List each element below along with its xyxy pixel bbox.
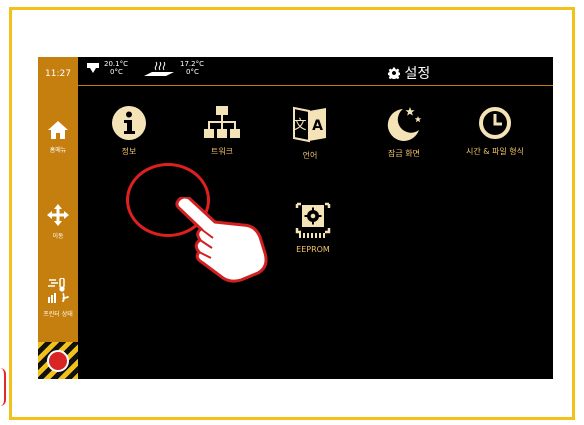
clock: 11:27 [45, 69, 71, 79]
printer-screen: 11:27 홈메뉴 이동 프린터 상태 20.1°C 0°C 17.2°C 0°… [38, 57, 553, 379]
time-format-label: 시간 & 파일 형식 [465, 147, 525, 156]
emergency-stop-button[interactable] [38, 342, 78, 379]
home-label: 홈메뉴 [49, 147, 67, 154]
info-label: 정보 [121, 147, 137, 156]
network-tile[interactable]: 트워크 [177, 105, 267, 157]
nozzle-target-temp: 0°C [110, 68, 123, 76]
clock-icon [479, 107, 511, 139]
status-bar: 20.1°C 0°C 17.2°C 0°C 설정 [78, 57, 553, 86]
network-label: 트워크 [210, 147, 234, 156]
nozzle-temperature: 20.1°C 0°C [104, 60, 128, 76]
sidebar: 11:27 홈메뉴 이동 프린터 상태 [38, 57, 78, 379]
sleep-screen-tile[interactable]: 잠금 화면 [359, 105, 449, 159]
time-format-tile[interactable]: 시간 & 파일 형식 [450, 105, 540, 157]
svg-text:A: A [312, 118, 323, 134]
printer-status-icon [48, 277, 69, 303]
info-icon [112, 106, 146, 140]
language-label: 언어 [302, 151, 318, 160]
printer-status-label: 프린터 상태 [43, 311, 73, 318]
language-tile[interactable]: 文 A 언어 [265, 105, 355, 161]
nozzle-current-temp: 20.1°C [104, 60, 128, 68]
svg-text:文: 文 [293, 118, 306, 133]
move-button[interactable]: 이동 [38, 204, 78, 240]
home-button[interactable]: 홈메뉴 [38, 120, 78, 154]
network-icon [204, 106, 240, 138]
stop-icon [47, 350, 69, 372]
annotation-mark [0, 368, 6, 406]
move-arrows-icon [47, 204, 69, 226]
page-title: 설정 [387, 63, 431, 83]
nozzle-icon [87, 63, 99, 73]
sleep-screen-label: 잠금 화면 [388, 149, 420, 158]
translate-icon: 文 A [293, 106, 326, 143]
memory-chip-gear-icon [295, 202, 331, 238]
bed-current-temp: 17.2°C [180, 60, 204, 68]
bed-temperature: 17.2°C 0°C [180, 60, 204, 76]
pointing-hand-icon [175, 197, 268, 283]
gear-icon [387, 67, 401, 81]
bed-target-temp: 0°C [186, 68, 199, 76]
home-icon [48, 121, 68, 139]
page-title-text: 설정 [404, 66, 431, 82]
info-tile[interactable]: 정보 [84, 105, 174, 157]
heated-bed-icon [144, 61, 174, 76]
move-label: 이동 [52, 233, 64, 240]
printer-status-button[interactable]: 프린터 상태 [38, 277, 78, 318]
moon-stars-icon [387, 107, 422, 141]
